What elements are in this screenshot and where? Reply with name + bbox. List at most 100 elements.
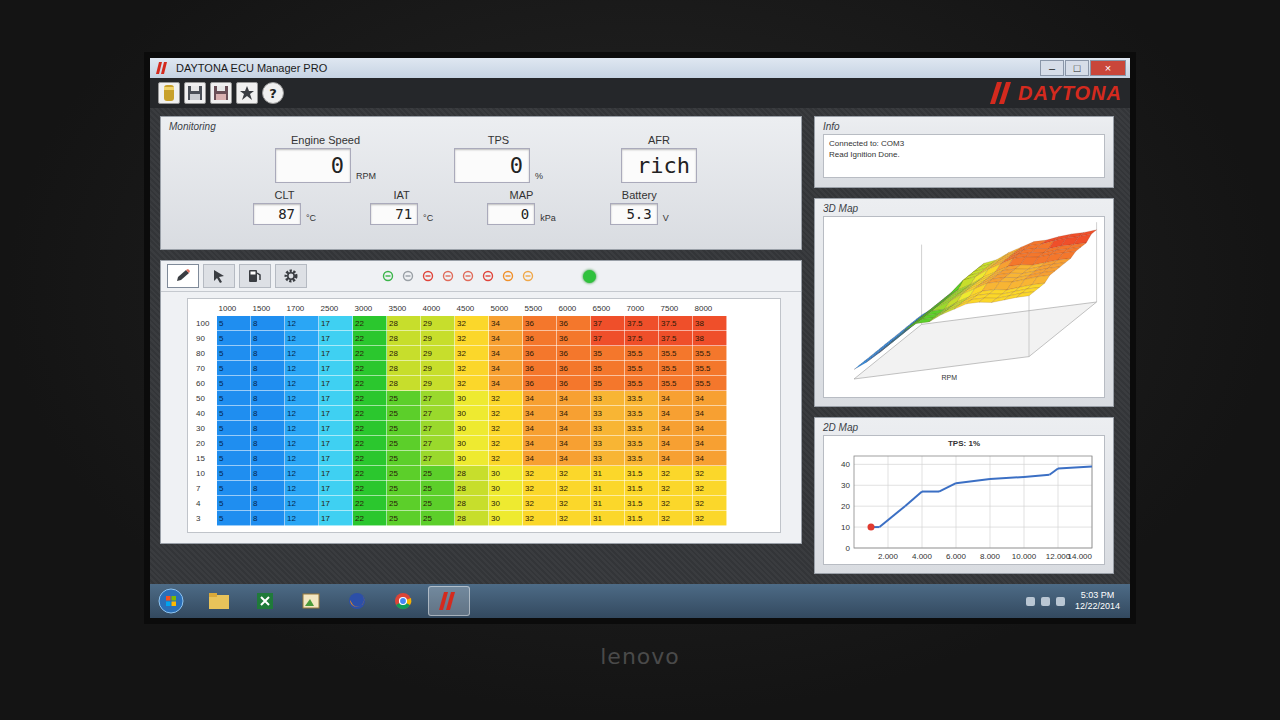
map-cell[interactable]: 30 [489, 481, 523, 496]
map-cell[interactable]: 5 [217, 466, 251, 481]
map-cell[interactable]: 34 [659, 436, 693, 451]
map-cell[interactable]: 37.5 [625, 331, 659, 346]
map-cell[interactable]: 32 [557, 496, 591, 511]
map-cell[interactable]: 32 [523, 481, 557, 496]
map-cell[interactable]: 35 [591, 346, 625, 361]
map-cell[interactable]: 32 [693, 496, 727, 511]
editor-tab[interactable] [203, 264, 235, 288]
map-cell[interactable]: 17 [319, 316, 353, 331]
map-cell[interactable]: 8 [251, 451, 285, 466]
map-cell[interactable]: 12 [285, 421, 319, 436]
map-cell[interactable]: 32 [489, 406, 523, 421]
map-cell[interactable]: 28 [387, 331, 421, 346]
tray-icon[interactable] [1026, 597, 1035, 606]
map-cell[interactable]: 32 [557, 481, 591, 496]
map-cell[interactable]: 17 [319, 496, 353, 511]
map-cell[interactable]: 22 [353, 376, 387, 391]
map-cell[interactable]: 36 [523, 376, 557, 391]
map-cell[interactable]: 34 [693, 436, 727, 451]
map-cell[interactable]: 28 [455, 511, 489, 526]
editor-tab[interactable] [239, 264, 271, 288]
map-cell[interactable]: 35.5 [625, 361, 659, 376]
map-cell[interactable]: 12 [285, 316, 319, 331]
map-cell[interactable]: 12 [285, 451, 319, 466]
map-cell[interactable]: 5 [217, 391, 251, 406]
map-cell[interactable]: 35.5 [625, 376, 659, 391]
map-cell[interactable]: 29 [421, 346, 455, 361]
map-cell[interactable]: 22 [353, 361, 387, 376]
map-cell[interactable]: 22 [353, 436, 387, 451]
map-cell[interactable]: 30 [455, 451, 489, 466]
map-cell[interactable]: 22 [353, 346, 387, 361]
taskbar-app-button[interactable] [198, 586, 240, 616]
map-cell[interactable]: 34 [489, 361, 523, 376]
map-cell[interactable]: 29 [421, 361, 455, 376]
map-cell[interactable]: 32 [557, 466, 591, 481]
map-cell[interactable]: 27 [421, 436, 455, 451]
map-cell[interactable]: 5 [217, 331, 251, 346]
tray-icon[interactable] [1056, 597, 1065, 606]
map-cell[interactable]: 28 [387, 316, 421, 331]
map-cell[interactable]: 32 [659, 481, 693, 496]
map-cell[interactable]: 12 [285, 481, 319, 496]
map-cell[interactable]: 32 [455, 331, 489, 346]
map-cell[interactable]: 22 [353, 331, 387, 346]
clock[interactable]: 5:03 PM12/22/2014 [1071, 590, 1124, 612]
map-cell[interactable]: 5 [217, 436, 251, 451]
map-cell[interactable]: 35.5 [693, 376, 727, 391]
map-cell[interactable]: 22 [353, 466, 387, 481]
map-cell[interactable]: 36 [523, 346, 557, 361]
map-cell[interactable]: 17 [319, 481, 353, 496]
map-cell[interactable]: 8 [251, 481, 285, 496]
map-cell[interactable]: 35.5 [659, 361, 693, 376]
map-cell[interactable]: 17 [319, 451, 353, 466]
map-cell[interactable]: 30 [489, 466, 523, 481]
ecu-burn-button[interactable] [236, 82, 258, 104]
map-cell[interactable]: 12 [285, 406, 319, 421]
map-cell[interactable]: 34 [557, 391, 591, 406]
map-tool-button[interactable] [521, 269, 535, 283]
map-cell[interactable]: 17 [319, 376, 353, 391]
map-cell[interactable]: 5 [217, 346, 251, 361]
map-cell[interactable]: 32 [489, 436, 523, 451]
map-cell[interactable]: 35.5 [625, 346, 659, 361]
map-cell[interactable]: 36 [557, 361, 591, 376]
map-cell[interactable]: 32 [455, 361, 489, 376]
map-cell[interactable]: 8 [251, 436, 285, 451]
map-cell[interactable]: 8 [251, 376, 285, 391]
map-cell[interactable]: 34 [693, 391, 727, 406]
map-cell[interactable]: 34 [523, 421, 557, 436]
map-tool-button[interactable] [461, 269, 475, 283]
map-cell[interactable]: 34 [659, 391, 693, 406]
map-tool-button[interactable] [501, 269, 515, 283]
map-cell[interactable]: 17 [319, 436, 353, 451]
map-cell[interactable]: 34 [523, 391, 557, 406]
map-cell[interactable]: 17 [319, 346, 353, 361]
map-cell[interactable]: 35.5 [659, 346, 693, 361]
map-cell[interactable]: 34 [489, 376, 523, 391]
map-cell[interactable]: 29 [421, 316, 455, 331]
map-cell[interactable]: 34 [489, 316, 523, 331]
map-cell[interactable]: 25 [387, 481, 421, 496]
start-button[interactable] [156, 586, 186, 616]
map-cell[interactable]: 22 [353, 406, 387, 421]
map-cell[interactable]: 12 [285, 376, 319, 391]
map-cell[interactable]: 8 [251, 496, 285, 511]
map-cell[interactable]: 27 [421, 421, 455, 436]
map-cell[interactable]: 34 [523, 451, 557, 466]
map-cell[interactable]: 34 [523, 436, 557, 451]
map-cell[interactable]: 25 [387, 391, 421, 406]
map-cell[interactable]: 22 [353, 451, 387, 466]
map-cell[interactable]: 33 [591, 406, 625, 421]
map-cell[interactable]: 34 [489, 346, 523, 361]
map-cell[interactable]: 34 [659, 421, 693, 436]
map-cell[interactable]: 30 [455, 436, 489, 451]
editor-tab[interactable] [275, 264, 307, 288]
map-cell[interactable]: 25 [387, 436, 421, 451]
map-cell[interactable]: 12 [285, 511, 319, 526]
map-cell[interactable]: 28 [455, 481, 489, 496]
map-cell[interactable]: 27 [421, 451, 455, 466]
map-cell[interactable]: 22 [353, 481, 387, 496]
map-cell[interactable]: 33.5 [625, 451, 659, 466]
map-cell[interactable]: 29 [421, 376, 455, 391]
